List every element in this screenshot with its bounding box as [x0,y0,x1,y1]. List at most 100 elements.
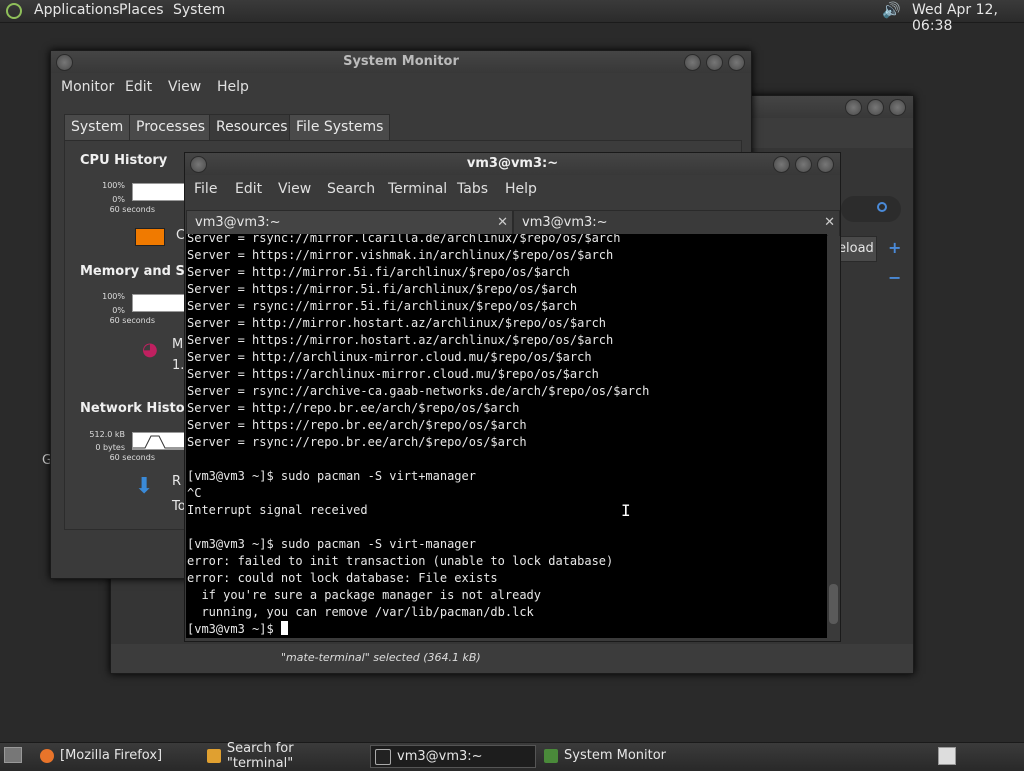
network-receive-label: R [172,474,182,489]
menu-view[interactable]: View [278,181,311,197]
menu-help[interactable]: Help [217,79,249,95]
tab-system[interactable]: System [64,114,131,141]
workspace-switcher-icon[interactable] [938,747,956,765]
clock[interactable]: Wed Apr 12, 06:38 [912,2,1024,34]
window-title: System Monitor [343,54,459,69]
terminal-lines: Server = rsync://mirror.lcarilla.de/arch… [187,234,649,638]
terminal-tab-2[interactable]: vm3@vm3:~ ✕ [513,210,840,236]
search-box[interactable] [841,196,901,222]
terminal-line: Server = rsync://mirror.lcarilla.de/arch… [187,234,621,245]
task-label: vm3@vm3:~ [397,749,483,764]
window-title: vm3@vm3:~ [466,156,559,171]
menu-search[interactable]: Search [327,181,375,197]
terminal-line: if you're sure a package manager is not … [187,588,542,602]
menu-help[interactable]: Help [505,181,537,197]
terminal-scrollbar[interactable] [828,234,839,638]
system-monitor-titlebar[interactable]: System Monitor [51,51,751,73]
minimize-button[interactable] [845,99,862,116]
show-desktop-icon[interactable] [4,747,22,763]
scrollbar-thumb[interactable] [829,584,838,624]
tab-file-systems[interactable]: File Systems [289,114,391,141]
menu-applications[interactable]: Applications [34,2,120,18]
menu-monitor[interactable]: Monitor [61,79,114,95]
terminal-line: running, you can remove /var/lib/pacman/… [187,605,534,619]
remove-icon[interactable]: − [888,268,901,287]
cpu-span-label: 60 seconds [109,205,155,214]
taskbar: [Mozilla Firefox] Search for "terminal" … [0,741,1024,771]
memory-legend-value: 1. [172,358,185,373]
menu-view[interactable]: View [168,79,201,95]
close-button[interactable] [728,54,745,71]
close-button[interactable] [817,156,834,173]
terminal-line: Server = http://mirror.5i.fi/archlinux/$… [187,265,570,279]
terminal-line: Server = rsync://mirror.5i.fi/archlinux/… [187,299,578,313]
maximize-button[interactable] [867,99,884,116]
maximize-button[interactable] [706,54,723,71]
network-history-heading: Network History [80,401,200,416]
cpu-history-heading: CPU History [80,153,168,168]
status-text: "mate-terminal" selected (364.1 kB) [281,651,481,664]
reload-button[interactable]: eload [837,236,877,262]
terminal-line: [vm3@vm3 ~]$ sudo pacman -S virt+manager [187,469,476,483]
terminal-line: Server = https://mirror.hostart.az/archl… [187,333,614,347]
terminal-output[interactable]: Server = rsync://mirror.lcarilla.de/arch… [186,234,827,638]
tab-title: vm3@vm3:~ [195,215,281,230]
terminal-titlebar[interactable]: vm3@vm3:~ [185,153,840,175]
cpu-color-swatch[interactable] [135,228,165,246]
terminal-line: Server = https://mirror.vishmak.in/archl… [187,248,614,262]
task-firefox[interactable]: [Mozilla Firefox] [36,745,196,766]
minimize-button[interactable] [773,156,790,173]
terminal-cursor [280,621,288,635]
terminal-line: Interrupt signal received [187,503,368,517]
add-icon[interactable]: + [888,238,901,257]
volume-icon[interactable]: 🔊 [882,1,901,19]
tab-close-icon[interactable]: ✕ [497,211,508,235]
menu-system[interactable]: System [173,2,225,18]
task-search[interactable]: Search for "terminal" [203,741,363,771]
prompt-text: [vm3@vm3 ~]$ [187,622,281,636]
network-span-label: 60 seconds [109,453,155,462]
terminal-line: ^C [187,486,202,500]
maximize-button[interactable] [795,156,812,173]
cpu-min-label: 0% [112,195,125,204]
menu-edit[interactable]: Edit [235,181,262,197]
terminal-icon [375,748,391,765]
cpu-graph [132,183,186,201]
system-monitor-icon [544,748,558,763]
terminal-line: Server = http://archlinux-mirror.cloud.m… [187,350,592,364]
memory-max-label: 100% [102,292,125,301]
menu-tabs[interactable]: Tabs [457,181,488,197]
download-arrow-icon: ⬇ [135,474,154,499]
terminal-line: [vm3@vm3 ~]$ sudo pacman -S virt-manager [187,537,476,551]
tab-processes[interactable]: Processes [129,114,213,141]
text-cursor-icon: I [621,501,631,520]
mate-logo-icon[interactable] [6,3,22,19]
terminal-line: Server = https://archlinux-mirror.cloud.… [187,367,599,381]
menu-terminal[interactable]: Terminal [388,181,447,197]
terminal-menubar: File Edit View Search Terminal Tabs Help [185,175,840,203]
menu-places[interactable]: Places [119,2,164,18]
menu-file[interactable]: File [194,181,217,197]
terminal-tab-1[interactable]: vm3@vm3:~ ✕ [186,210,513,236]
task-terminal[interactable]: vm3@vm3:~ [370,745,536,768]
memory-span-label: 60 seconds [109,316,155,325]
close-button[interactable] [889,99,906,116]
tab-close-icon[interactable]: ✕ [824,211,835,235]
minimize-button[interactable] [684,54,701,71]
firefox-icon [40,748,54,763]
terminal-line: Server = rsync://archive-ca.gaab-network… [187,384,650,398]
terminal-prompt-line: [vm3@vm3 ~]$ [187,621,649,638]
window-menu-button[interactable] [190,156,207,173]
task-system-monitor[interactable]: System Monitor [540,745,700,766]
terminal-line: Server = http://repo.br.ee/arch/$repo/os… [187,401,520,415]
status-bar: "mate-terminal" selected (364.1 kB) [111,644,913,673]
tab-resources[interactable]: Resources [209,114,295,141]
terminal-line: Server = rsync://repo.br.ee/arch/$repo/o… [187,435,527,449]
menu-edit[interactable]: Edit [125,79,152,95]
network-graph [132,432,186,450]
terminal-line: Server = https://repo.br.ee/arch/$repo/o… [187,418,527,432]
window-menu-button[interactable] [56,54,73,71]
cpu-max-label: 100% [102,181,125,190]
